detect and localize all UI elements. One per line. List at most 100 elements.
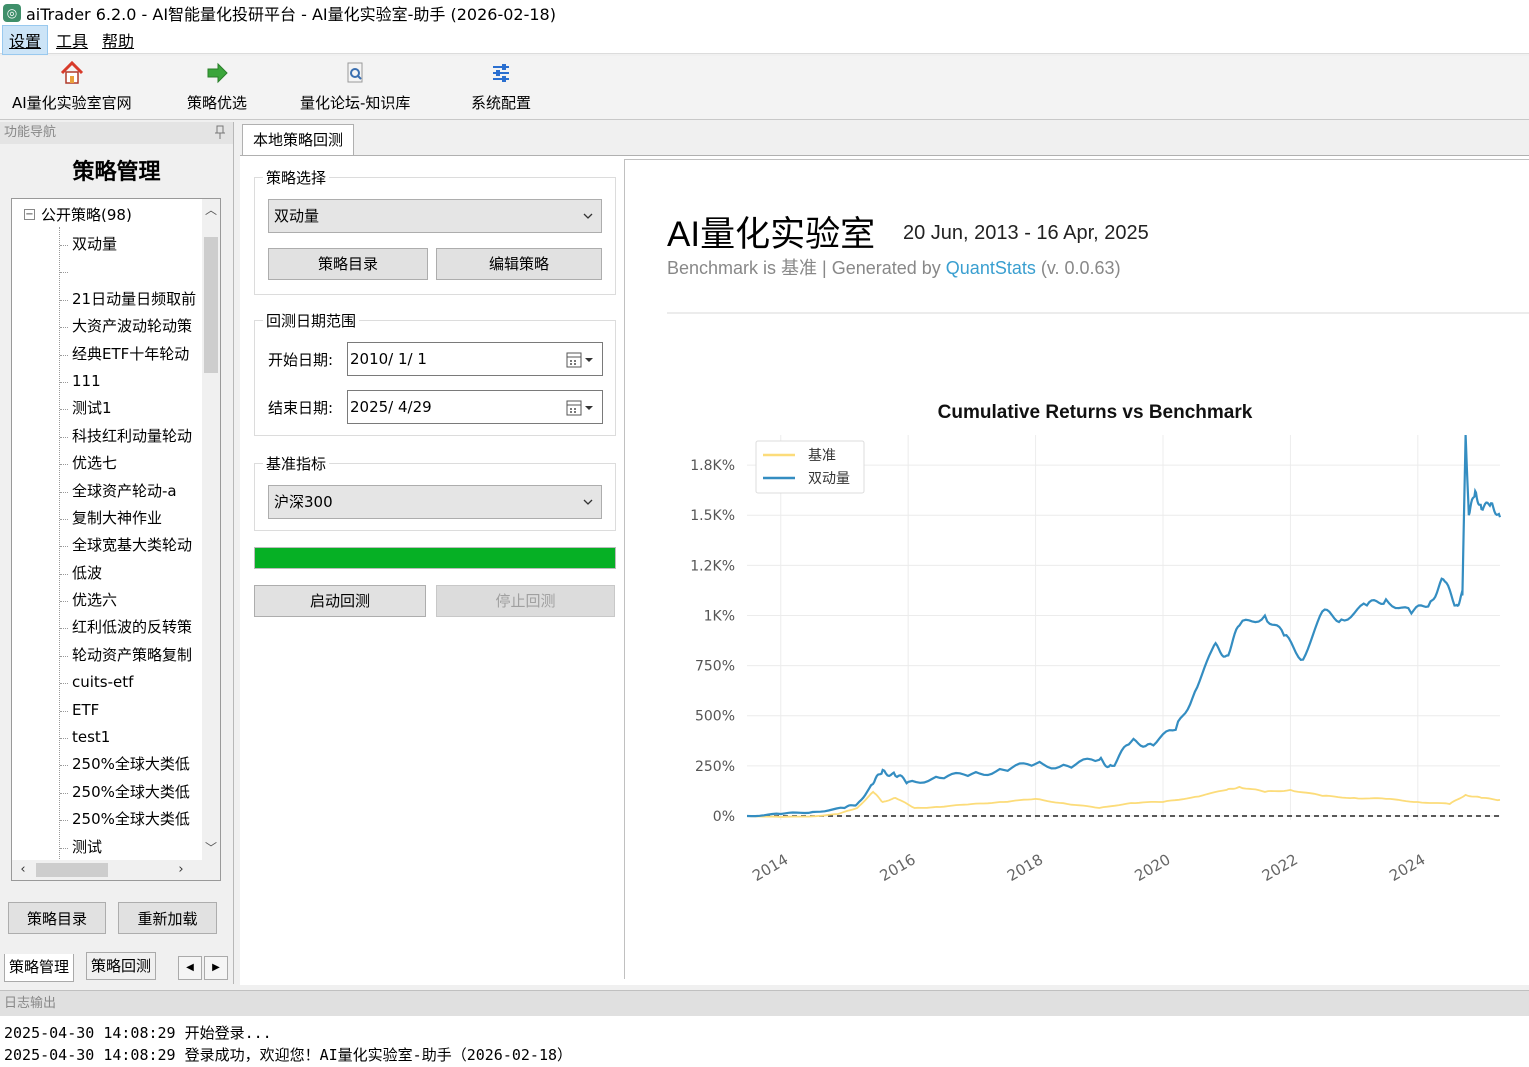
scroll-thumb[interactable] bbox=[204, 237, 218, 373]
y-tick-label: 1K% bbox=[704, 608, 735, 624]
tree-item[interactable] bbox=[60, 258, 196, 285]
y-tick-label: 1.8K% bbox=[690, 458, 735, 474]
report-subtitle-suffix: (v. 0.0.63) bbox=[1035, 258, 1121, 278]
forum-label: 量化论坛-知识库 bbox=[300, 94, 411, 112]
tree-item[interactable]: 双动量 bbox=[60, 231, 196, 258]
strategy-select[interactable]: 双动量 bbox=[268, 199, 602, 233]
quantstats-link[interactable]: QuantStats bbox=[946, 258, 1036, 278]
tab-prev-icon[interactable]: ◀ bbox=[178, 956, 202, 980]
strategy-group-label: 策略选择 bbox=[263, 167, 330, 188]
tree-item[interactable]: cuits-etf bbox=[60, 669, 196, 696]
y-axis-ticks: 0% 250% 500% 750% 1K% 1.2K% 1.5K% 1.8K% bbox=[690, 458, 735, 825]
start-date-input[interactable]: 2010/ 1/ 1 bbox=[347, 342, 603, 376]
tree-item[interactable]: 经典ETF十年轮动 bbox=[60, 341, 196, 368]
tree-item[interactable]: 轮动资产策略复制 bbox=[60, 642, 196, 669]
tree-item[interactable]: 全球宽基大类轮动 bbox=[60, 532, 196, 559]
tree-root[interactable]: − 公开策略(98) bbox=[24, 204, 132, 225]
h-scroll-thumb[interactable] bbox=[36, 863, 108, 877]
document-search-icon bbox=[342, 60, 368, 86]
tree-item[interactable]: 低波 bbox=[60, 560, 196, 587]
tree-item[interactable]: test1 bbox=[60, 724, 196, 751]
config-label: 系统配置 bbox=[471, 94, 532, 112]
tree-item[interactable]: 测试 bbox=[60, 834, 196, 861]
log-output[interactable]: 2025-04-30 14:08:29 开始登录... 2025-04-30 1… bbox=[0, 1016, 1529, 1067]
tree-item[interactable]: 红利低波的反转策 bbox=[60, 614, 196, 641]
edit-strategy-button[interactable]: 编辑策略 bbox=[436, 248, 602, 280]
x-tick-label: 2018 bbox=[1004, 850, 1046, 885]
end-date-input[interactable]: 2025/ 4/29 bbox=[347, 390, 603, 424]
title-bar[interactable]: ◎ aiTrader 6.2.0 - AI智能量化投研平台 - AI量化实验室-… bbox=[0, 0, 1529, 26]
home-button[interactable]: AI量化实验室官网 bbox=[12, 60, 132, 113]
x-axis-ticks: 2014 2016 2018 2020 2022 2024 bbox=[749, 850, 1428, 885]
vertical-scrollbar[interactable]: ︿ ﹀ bbox=[202, 199, 220, 861]
tree-item[interactable]: 全球资产轮动-a bbox=[60, 478, 196, 505]
x-tick-label: 2024 bbox=[1386, 850, 1428, 885]
y-tick-label: 750% bbox=[695, 659, 735, 675]
calendar-dropdown-icon[interactable] bbox=[566, 352, 594, 368]
horizontal-scrollbar[interactable]: ‹ › bbox=[12, 860, 220, 880]
tree-item[interactable]: 250%全球大类低 bbox=[60, 806, 196, 833]
home-label: AI量化实验室官网 bbox=[12, 94, 132, 112]
chart-title: Cumulative Returns vs Benchmark bbox=[938, 402, 1253, 423]
toolbar: AI量化实验室官网 策略优选 量化论坛-知识库 系统配置 bbox=[0, 56, 1529, 120]
strategy-catalog-button-main[interactable]: 策略目录 bbox=[268, 248, 428, 280]
x-tick-label: 2016 bbox=[877, 850, 919, 885]
tree-item[interactable]: ETF bbox=[60, 697, 196, 724]
app-window: ◎ aiTrader 6.2.0 - AI智能量化投研平台 - AI量化实验室-… bbox=[0, 0, 1529, 1067]
tree-item[interactable]: 大资产波动轮动策 bbox=[60, 313, 196, 340]
tree-item[interactable]: 250%全球大类低 bbox=[60, 751, 196, 778]
nav-tabs: 策略管理 策略回测 ◀ ▶ bbox=[0, 948, 234, 984]
nav-panel-header-label: 功能导航 bbox=[4, 125, 57, 140]
benchmark-select[interactable]: 沪深300 bbox=[268, 485, 602, 519]
backtest-progress-bar bbox=[254, 547, 616, 569]
report-panel[interactable]: AI量化实验室 20 Jun, 2013 - 16 Apr, 2025 Benc… bbox=[624, 159, 1529, 979]
y-tick-label: 250% bbox=[695, 759, 735, 775]
x-tick-label: 2014 bbox=[749, 850, 791, 885]
start-date-value: 2010/ 1/ 1 bbox=[350, 350, 427, 368]
log-panel-header: 日志输出 bbox=[0, 990, 1529, 1016]
y-tick-label: 500% bbox=[695, 709, 735, 725]
optimize-button[interactable]: 策略优选 bbox=[187, 60, 247, 113]
config-button[interactable]: 系统配置 bbox=[471, 60, 531, 113]
start-date-label: 开始日期: bbox=[268, 351, 334, 369]
strategy-tree[interactable]: − 公开策略(98) 双动量 21日动量日频取前 大资产波动轮动策 经典ETF十年轮动… bbox=[11, 198, 221, 881]
scroll-up-icon[interactable]: ︿ bbox=[202, 201, 220, 219]
calendar-dropdown-icon[interactable] bbox=[566, 400, 594, 416]
legend-label-strategy: 双动量 bbox=[808, 471, 850, 487]
legend-label-benchmark: 基准 bbox=[808, 447, 836, 464]
tree-item[interactable]: 测试1 bbox=[60, 395, 196, 422]
tree-item[interactable]: 科技红利动量轮动 bbox=[60, 423, 196, 450]
pin-icon[interactable] bbox=[215, 125, 225, 139]
strategy-catalog-button[interactable]: 策略目录 bbox=[8, 902, 106, 934]
tree-item[interactable]: 优选七 bbox=[60, 450, 196, 477]
tab-next-icon[interactable]: ▶ bbox=[204, 956, 228, 980]
forum-button[interactable]: 量化论坛-知识库 bbox=[300, 60, 410, 113]
tab-strategy-backtest[interactable]: 策略回测 bbox=[86, 952, 157, 980]
scroll-right-icon[interactable]: › bbox=[172, 860, 190, 880]
progress-fill bbox=[255, 548, 615, 568]
start-backtest-button[interactable]: 启动回测 bbox=[254, 585, 426, 617]
menu-tools[interactable]: 工具 bbox=[50, 26, 94, 54]
report-subtitle-prefix: Benchmark is 基准 | Generated by bbox=[667, 258, 946, 278]
benchmark-select-value: 沪深300 bbox=[274, 493, 333, 511]
tree-item[interactable]: 优选六 bbox=[60, 587, 196, 614]
end-date-label: 结束日期: bbox=[268, 399, 334, 417]
menu-help[interactable]: 帮助 bbox=[96, 26, 140, 54]
reload-button[interactable]: 重新加载 bbox=[118, 902, 217, 934]
menu-settings[interactable]: 设置 bbox=[2, 24, 49, 55]
scroll-left-icon[interactable]: ‹ bbox=[14, 860, 32, 880]
scroll-down-icon[interactable]: ﹀ bbox=[202, 839, 220, 857]
sliders-icon bbox=[488, 60, 514, 86]
tree-item[interactable]: 复制大神作业 bbox=[60, 505, 196, 532]
collapse-icon[interactable]: − bbox=[24, 209, 35, 220]
y-tick-label: 1.5K% bbox=[690, 508, 735, 524]
tree-item[interactable]: 111 bbox=[60, 368, 196, 395]
date-range-group: 回测日期范围 开始日期: 2010/ 1/ 1 结束日期: 2025/ 4/29 bbox=[254, 310, 616, 436]
x-tick-label: 2022 bbox=[1259, 850, 1301, 885]
tree-item[interactable]: 21日动量日频取前 bbox=[60, 286, 196, 313]
tree-item[interactable]: 250%全球大类低 bbox=[60, 779, 196, 806]
chart-legend: 基准 双动量 bbox=[755, 440, 865, 494]
tab-local-backtest[interactable]: 本地策略回测 bbox=[242, 124, 355, 158]
report-subtitle: Benchmark is 基准 | Generated by QuantStat… bbox=[667, 254, 1121, 280]
tab-strategy-manage[interactable]: 策略管理 bbox=[4, 954, 75, 982]
